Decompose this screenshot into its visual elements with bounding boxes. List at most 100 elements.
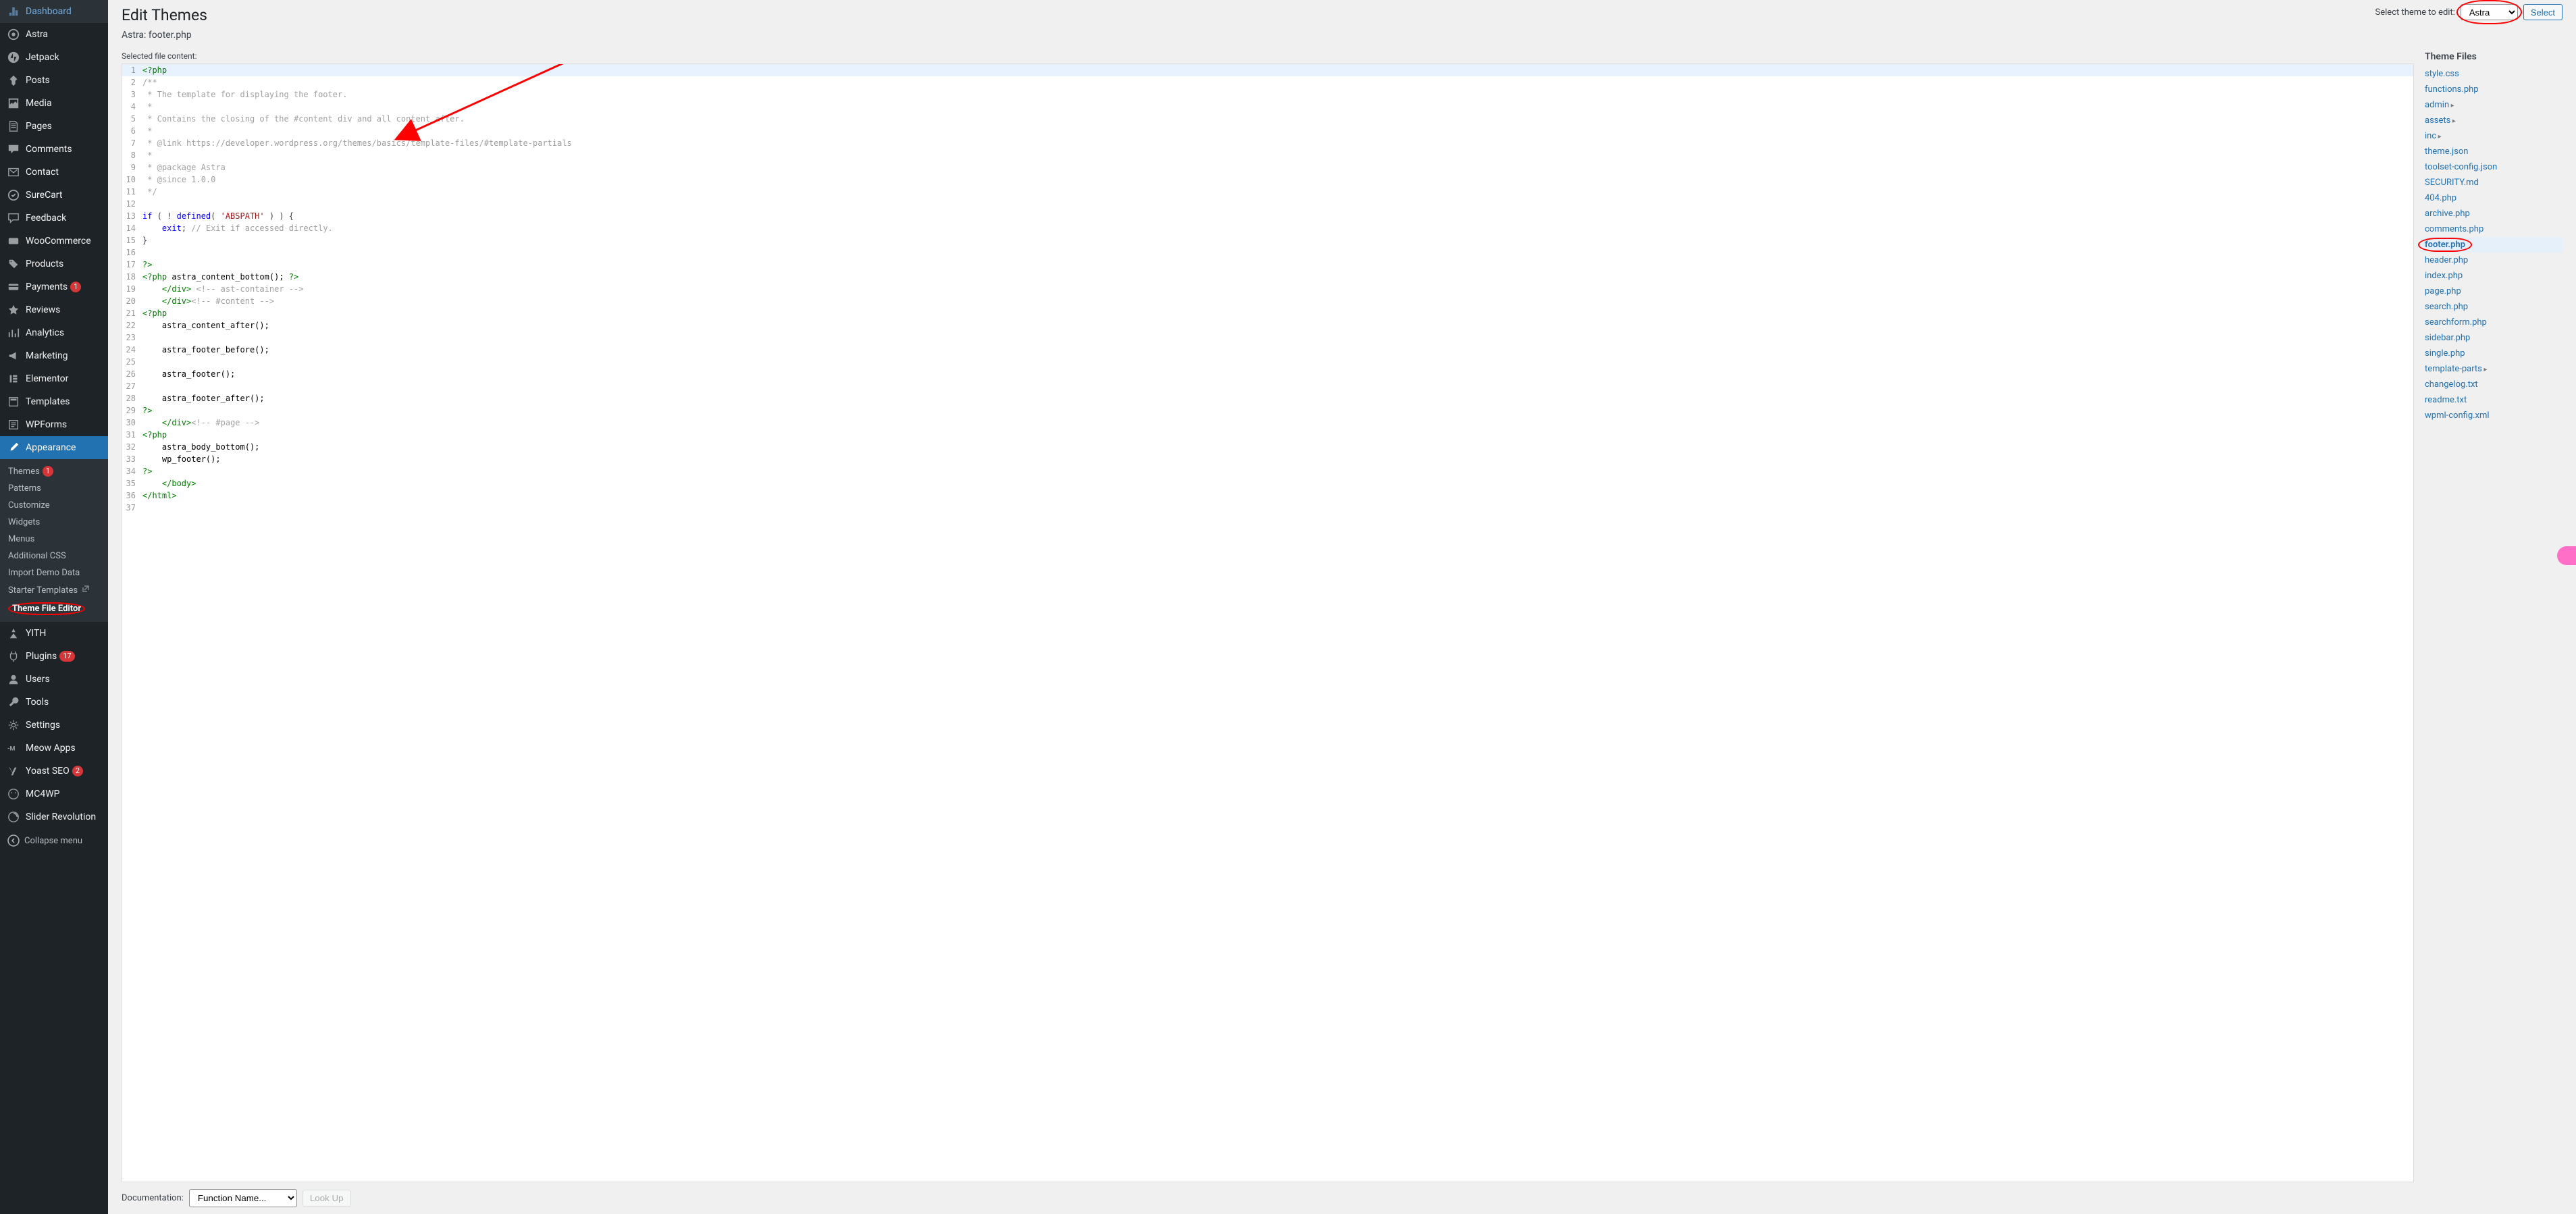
code-line[interactable]: 32 astra_body_bottom(); — [122, 441, 2413, 453]
theme-file-index-php[interactable]: index.php — [2425, 268, 2562, 284]
sidebar-item-astra[interactable]: Astra — [0, 23, 108, 46]
sidebar-item-yoast-seo[interactable]: Yoast SEO2 — [0, 760, 108, 783]
code-line[interactable]: 13if ( ! defined( 'ABSPATH' ) ) { — [122, 210, 2413, 222]
sidebar-item-users[interactable]: Users — [0, 668, 108, 691]
sidebar-item-settings[interactable]: Settings — [0, 714, 108, 737]
theme-file-sidebar-php[interactable]: sidebar.php — [2425, 330, 2562, 346]
sidebar-item-surecart[interactable]: SureCart — [0, 184, 108, 207]
code-line[interactable]: 4 * — [122, 101, 2413, 113]
theme-file-page-php[interactable]: page.php — [2425, 284, 2562, 299]
code-line[interactable]: 34?> — [122, 465, 2413, 477]
theme-file-template-parts[interactable]: template-parts — [2425, 361, 2562, 377]
submenu-item-customize[interactable]: Customize — [0, 497, 108, 514]
theme-file-comments-php[interactable]: comments.php — [2425, 221, 2562, 237]
theme-file-functions-php[interactable]: functions.php — [2425, 82, 2562, 97]
code-line[interactable]: 22 astra_content_after(); — [122, 319, 2413, 332]
code-line[interactable]: 1<?php — [122, 64, 2413, 76]
sidebar-item-products[interactable]: Products — [0, 253, 108, 275]
submenu-item-widgets[interactable]: Widgets — [0, 514, 108, 531]
code-line[interactable]: 21<?php — [122, 307, 2413, 319]
submenu-item-import-demo-data[interactable]: Import Demo Data — [0, 564, 108, 581]
theme-file-single-php[interactable]: single.php — [2425, 346, 2562, 361]
sidebar-item-mc4wp[interactable]: MC4WP — [0, 783, 108, 806]
sidebar-item-comments[interactable]: Comments — [0, 138, 108, 161]
theme-file-admin[interactable]: admin — [2425, 97, 2562, 113]
code-line[interactable]: 14 exit; // Exit if accessed directly. — [122, 222, 2413, 234]
theme-file-toolset-config-json[interactable]: toolset-config.json — [2425, 159, 2562, 175]
code-line[interactable]: 37 — [122, 502, 2413, 514]
code-line[interactable]: 9 * @package Astra — [122, 161, 2413, 174]
select-theme-button[interactable]: Select — [2523, 4, 2562, 20]
sidebar-item-elementor[interactable]: Elementor — [0, 367, 108, 390]
theme-file-404-php[interactable]: 404.php — [2425, 190, 2562, 206]
sidebar-item-marketing[interactable]: Marketing — [0, 344, 108, 367]
code-editor[interactable]: 1<?php2/**3 * The template for displayin… — [122, 63, 2414, 1182]
sidebar-item-jetpack[interactable]: Jetpack — [0, 46, 108, 69]
theme-file-header-php[interactable]: header.php — [2425, 253, 2562, 268]
code-line[interactable]: 6 * — [122, 125, 2413, 137]
code-line[interactable]: 8 * — [122, 149, 2413, 161]
sidebar-item-dashboard[interactable]: Dashboard — [0, 0, 108, 23]
sidebar-item-meow-apps[interactable]: -MMeow Apps — [0, 737, 108, 760]
sidebar-item-feedback[interactable]: Feedback — [0, 207, 108, 230]
theme-file-search-php[interactable]: search.php — [2425, 299, 2562, 315]
sidebar-item-media[interactable]: Media — [0, 92, 108, 115]
code-line[interactable]: 29?> — [122, 404, 2413, 417]
theme-file-readme-txt[interactable]: readme.txt — [2425, 392, 2562, 408]
sidebar-item-tools[interactable]: Tools — [0, 691, 108, 714]
sidebar-item-slider-revolution[interactable]: Slider Revolution — [0, 806, 108, 828]
theme-file-archive-php[interactable]: archive.php — [2425, 206, 2562, 221]
code-line[interactable]: 23 — [122, 332, 2413, 344]
sidebar-item-wpforms[interactable]: WPForms — [0, 413, 108, 436]
sidebar-item-analytics[interactable]: Analytics — [0, 321, 108, 344]
code-line[interactable]: 19 </div> <!-- ast-container --> — [122, 283, 2413, 295]
code-line[interactable]: 27 — [122, 380, 2413, 392]
theme-file-style-css[interactable]: style.css — [2425, 66, 2562, 82]
theme-file-theme-json[interactable]: theme.json — [2425, 144, 2562, 159]
theme-file-changelog-txt[interactable]: changelog.txt — [2425, 377, 2562, 392]
code-line[interactable]: 36</html> — [122, 490, 2413, 502]
theme-file-searchform-php[interactable]: searchform.php — [2425, 315, 2562, 330]
submenu-item-themes[interactable]: Themes1 — [0, 463, 108, 480]
submenu-item-patterns[interactable]: Patterns — [0, 480, 108, 497]
theme-file-wpml-config-xml[interactable]: wpml-config.xml — [2425, 408, 2562, 423]
code-line[interactable]: 18<?php astra_content_bottom(); ?> — [122, 271, 2413, 283]
code-line[interactable]: 16 — [122, 246, 2413, 259]
submenu-item-additional-css[interactable]: Additional CSS — [0, 548, 108, 564]
sidebar-item-plugins[interactable]: Plugins17 — [0, 645, 108, 668]
code-line[interactable]: 7 * @link https://developer.wordpress.or… — [122, 137, 2413, 149]
sidebar-item-reviews[interactable]: Reviews — [0, 298, 108, 321]
theme-file-SECURITY-md[interactable]: SECURITY.md — [2425, 175, 2562, 190]
theme-file-assets[interactable]: assets — [2425, 113, 2562, 128]
code-line[interactable]: 30 </div><!-- #page --> — [122, 417, 2413, 429]
sidebar-item-woocommerce[interactable]: WooCommerce — [0, 230, 108, 253]
code-line[interactable]: 25 — [122, 356, 2413, 368]
code-line[interactable]: 26 astra_footer(); — [122, 368, 2413, 380]
code-line[interactable]: 2/** — [122, 76, 2413, 88]
code-line[interactable]: 5 * Contains the closing of the #content… — [122, 113, 2413, 125]
lookup-button[interactable]: Look Up — [303, 1190, 351, 1207]
code-line[interactable]: 11 */ — [122, 186, 2413, 198]
sidebar-item-appearance[interactable]: Appearance — [0, 436, 108, 459]
code-line[interactable]: 12 — [122, 198, 2413, 210]
code-line[interactable]: 33 wp_footer(); — [122, 453, 2413, 465]
theme-select[interactable]: Astra — [2461, 4, 2518, 20]
code-line[interactable]: 35 </body> — [122, 477, 2413, 490]
sidebar-item-posts[interactable]: Posts — [0, 69, 108, 92]
code-line[interactable]: 3 * The template for displaying the foot… — [122, 88, 2413, 101]
code-line[interactable]: 15} — [122, 234, 2413, 246]
submenu-item-theme-file-editor[interactable]: Theme File Editor — [0, 599, 108, 618]
theme-file-inc[interactable]: inc — [2425, 128, 2562, 144]
submenu-item-menus[interactable]: Menus — [0, 531, 108, 548]
theme-file-footer-php[interactable]: footer.php — [2421, 237, 2562, 253]
sidebar-item-templates[interactable]: Templates — [0, 390, 108, 413]
sidebar-item-contact[interactable]: Contact — [0, 161, 108, 184]
code-line[interactable]: 20 </div><!-- #content --> — [122, 295, 2413, 307]
sidebar-item-yith[interactable]: YITH — [0, 622, 108, 645]
code-line[interactable]: 24 astra_footer_before(); — [122, 344, 2413, 356]
code-line[interactable]: 17?> — [122, 259, 2413, 271]
float-badge-icon[interactable] — [2557, 546, 2576, 565]
code-line[interactable]: 28 astra_footer_after(); — [122, 392, 2413, 404]
collapse-menu-button[interactable]: Collapse menu — [0, 828, 108, 853]
documentation-select[interactable]: Function Name... — [189, 1189, 297, 1207]
